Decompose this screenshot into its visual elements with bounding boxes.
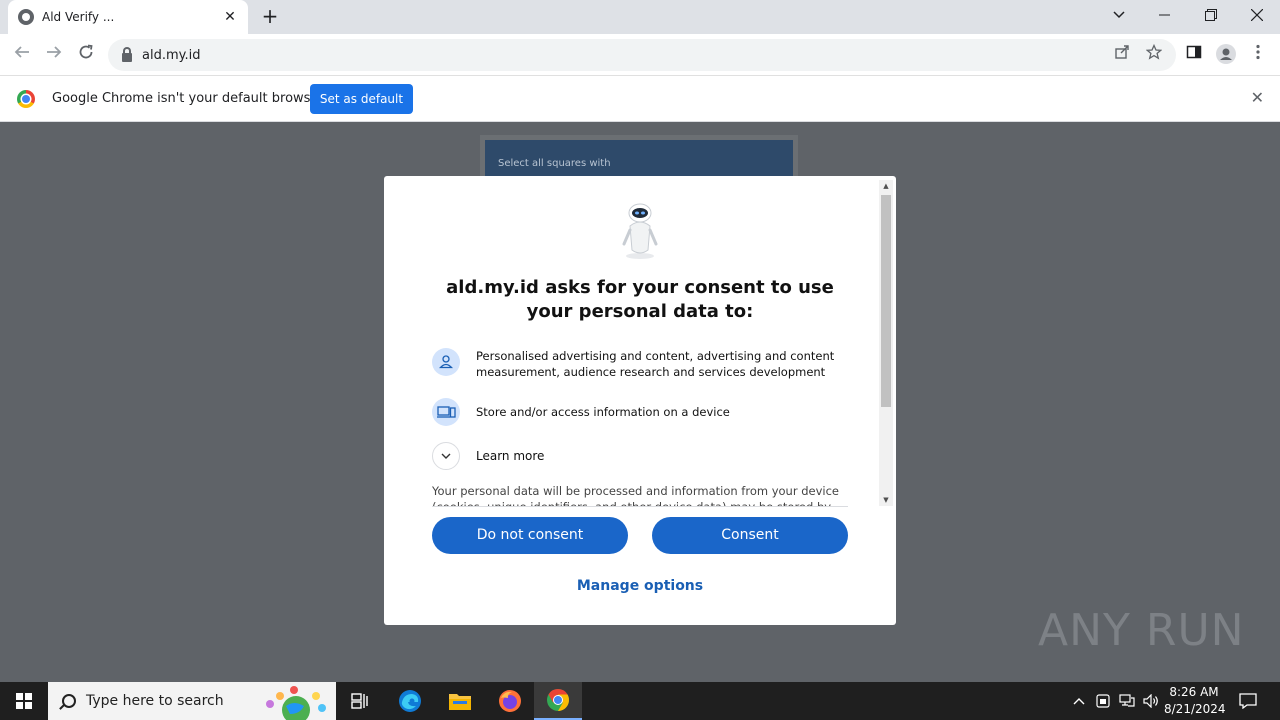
scrollbar-thumb[interactable]	[881, 195, 891, 407]
url-text: ald.my.id	[142, 47, 201, 63]
meet-now-icon[interactable]	[1093, 682, 1113, 720]
search-placeholder: Type here to search	[86, 693, 224, 709]
address-bar[interactable]: ald.my.id	[108, 39, 1176, 71]
side-panel-icon[interactable]	[1184, 44, 1204, 64]
network-icon[interactable]	[1116, 682, 1138, 720]
infobar-message: Google Chrome isn't your default browser	[52, 91, 324, 106]
tab-strip: Ald Verify ... ✕ +	[0, 0, 1280, 34]
task-view-icon[interactable]	[336, 682, 384, 720]
bookmark-star-icon[interactable]	[1144, 43, 1164, 64]
do-not-consent-button[interactable]: Do not consent	[432, 517, 628, 554]
firefox-icon[interactable]	[486, 682, 534, 720]
show-hidden-icons-chevron-icon[interactable]	[1068, 682, 1090, 720]
start-button[interactable]	[0, 682, 48, 720]
clock-date: 8/21/2024	[1164, 702, 1226, 716]
reload-icon[interactable]	[74, 43, 98, 67]
consent-dialog: ald.my.id asks for your consent to use y…	[384, 176, 896, 625]
device-icon	[432, 398, 460, 426]
restore-button[interactable]	[1188, 0, 1234, 30]
volume-icon[interactable]	[1140, 682, 1162, 720]
clock-time: 8:26 AM	[1169, 685, 1219, 699]
anyrun-watermark: ANY RUN	[1038, 605, 1245, 656]
browser-toolbar: ald.my.id	[0, 34, 1280, 76]
taskbar-clock[interactable]: 8:26 AM 8/21/2024	[1164, 684, 1226, 718]
notifications-icon[interactable]	[1232, 682, 1264, 720]
set-as-default-button[interactable]: Set as default	[310, 84, 413, 114]
divider	[432, 506, 848, 507]
learn-more-label: Learn more	[476, 449, 545, 463]
minimize-button[interactable]	[1142, 0, 1188, 30]
tab-close-icon[interactable]: ✕	[222, 9, 238, 25]
profile-avatar-icon[interactable]	[1216, 44, 1236, 64]
consent-scroll-area[interactable]: ald.my.id asks for your consent to use y…	[384, 176, 878, 506]
lock-icon	[122, 46, 132, 62]
person-icon	[432, 348, 460, 376]
chevron-down-icon	[432, 442, 460, 470]
scroll-down-arrow-icon[interactable]: ▼	[881, 495, 891, 505]
purpose-text: Store and/or access information on a dev…	[476, 405, 730, 419]
search-highlight-icon	[266, 686, 326, 720]
forward-arrow-icon[interactable]	[42, 43, 66, 67]
file-explorer-icon[interactable]	[436, 682, 484, 720]
purpose-item: Personalised advertising and content, ad…	[432, 348, 852, 380]
share-icon[interactable]	[1112, 44, 1132, 64]
default-browser-infobar: Google Chrome isn't your default browser…	[0, 76, 1280, 122]
edge-icon[interactable]	[386, 682, 434, 720]
browser-tab[interactable]: Ald Verify ... ✕	[8, 0, 248, 34]
dialog-scrollbar[interactable]: ▲ ▼	[879, 180, 893, 506]
search-icon	[62, 694, 76, 708]
page-content: Select all squares with ald.my.id asks f…	[0, 122, 1280, 682]
chrome-logo-icon	[17, 90, 35, 108]
taskbar-search[interactable]: Type here to search	[48, 682, 336, 720]
robot-logo-icon	[616, 200, 664, 260]
consent-headline: ald.my.id asks for your consent to use y…	[446, 277, 834, 322]
back-arrow-icon[interactable]	[10, 43, 34, 67]
purpose-text: Personalised advertising and content, ad…	[476, 349, 835, 379]
more-menu-icon[interactable]	[1248, 44, 1268, 64]
purpose-item: Store and/or access information on a dev…	[432, 398, 852, 426]
chrome-taskbar-icon[interactable]	[534, 682, 582, 720]
consent-button[interactable]: Consent	[652, 517, 848, 554]
learn-more-toggle[interactable]: Learn more	[432, 442, 544, 470]
taskbar: Type here to search 8:26 AM 8/21/2024	[0, 682, 1280, 720]
consent-body-text: Your personal data will be processed and…	[432, 484, 840, 506]
tab-title: Ald Verify ...	[42, 10, 115, 24]
captcha-prompt: Select all squares with	[498, 158, 611, 169]
windows-logo-icon	[16, 693, 32, 709]
infobar-close-icon[interactable]: ✕	[1251, 88, 1264, 107]
globe-icon	[18, 9, 34, 25]
close-window-button[interactable]	[1234, 0, 1280, 30]
tab-search-icon[interactable]	[1096, 0, 1142, 30]
manage-options-link[interactable]: Manage options	[432, 578, 848, 594]
new-tab-button[interactable]: +	[258, 4, 282, 28]
scroll-up-arrow-icon[interactable]: ▲	[881, 181, 891, 191]
